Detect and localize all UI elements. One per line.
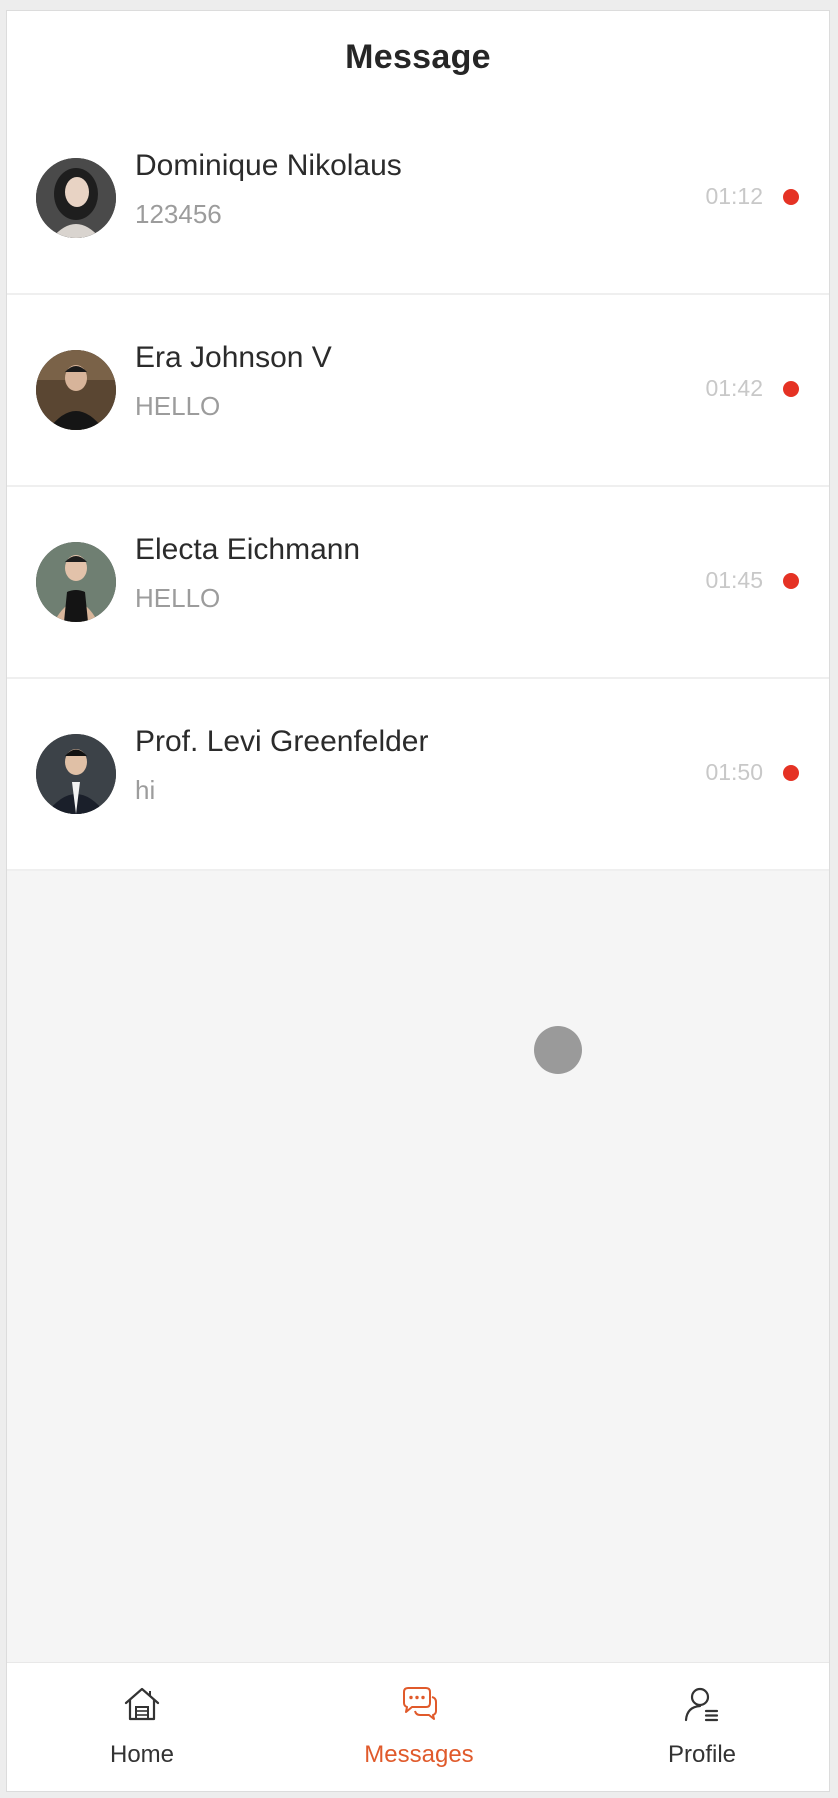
message-time: 01:50 [705,759,763,785]
contact-name: Era Johnson V [135,341,332,374]
contact-name: Prof. Levi Greenfelder [135,725,429,758]
conversation-list: Dominique Nikolaus 123456 01:12 Era John… [7,103,829,871]
user-profile-icon [684,1687,719,1722]
unread-dot [783,189,799,205]
page-title: Message [345,37,491,76]
avatar [36,542,116,622]
chat-bubbles-icon [403,1687,437,1720]
message-preview: HELLO [135,583,221,613]
tab-profile-label: Profile [667,1741,737,1768]
conversation-row[interactable]: Dominique Nikolaus 123456 01:12 [7,103,829,295]
app-screen: Message Dominique Nikolaus 123456 01:12 [6,10,830,1792]
avatar [36,158,116,238]
contact-name: Electa Eichmann [135,533,361,566]
tab-messages[interactable]: Messages [319,1663,519,1791]
tab-home-label: Home [109,1741,175,1768]
conversation-row[interactable]: Prof. Levi Greenfelder hi 01:50 [7,679,829,871]
message-time: 01:12 [705,183,763,209]
message-preview: hi [135,775,156,805]
page-header: Message [7,11,829,103]
message-time: 01:42 [705,375,763,401]
avatar [36,734,116,814]
tab-profile[interactable]: Profile [602,1663,802,1791]
unread-dot [783,765,799,781]
touch-indicator [534,1026,582,1074]
unread-dot [783,573,799,589]
home-icon [124,1687,160,1721]
message-time: 01:45 [705,567,763,593]
conversation-row[interactable]: Era Johnson V HELLO 01:42 [7,295,829,487]
tab-messages-label: Messages [364,1741,474,1768]
tab-home[interactable]: Home [42,1663,242,1791]
contact-name: Dominique Nikolaus [135,149,402,182]
conversation-row[interactable]: Electa Eichmann HELLO 01:45 [7,487,829,679]
avatar [36,350,116,430]
bottom-tab-bar: Home Messages Profile [7,1662,829,1791]
message-preview: HELLO [135,391,221,421]
message-preview: 123456 [135,199,222,229]
unread-dot [783,381,799,397]
